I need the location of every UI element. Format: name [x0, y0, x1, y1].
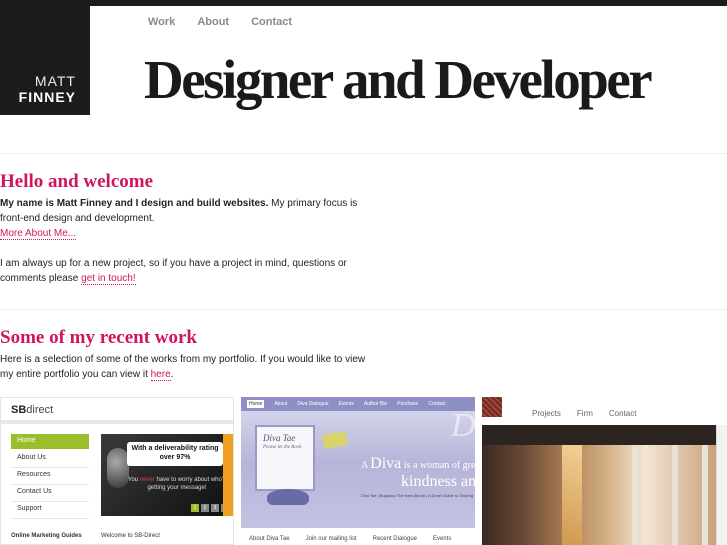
portfolio-thumb-divatae[interactable]: Home About Diva Dialogue Events Author B…: [241, 397, 475, 545]
sbdirect-bubble: With a deliverability rating over 97%: [127, 442, 223, 466]
recent-work-heading: Some of my recent work: [0, 327, 197, 348]
recent-text: Here is a selection of some of the works…: [0, 354, 366, 380]
sbdirect-accent: [223, 434, 233, 516]
sbdirect-logo-rest: direct: [26, 404, 54, 416]
divatae-book-card: Diva Tae Please let the Book: [255, 425, 315, 505]
portfolio-thumb-sbdirect[interactable]: SBdirect Home About Us Resources Contact…: [0, 397, 234, 545]
divatae-quote: A Diva is a woman of gre: [361, 455, 475, 473]
firm-nav-contact: Contact: [608, 409, 637, 418]
divatae-tab-dialogue: Diva Dialogue: [297, 401, 329, 407]
sbdirect-logo-prefix: SB: [11, 404, 27, 416]
firm-nav-projects: Projects: [532, 409, 561, 418]
firm-scrollbar: [716, 425, 727, 545]
sbdirect-sub-pre: You: [128, 477, 140, 483]
get-in-touch-link[interactable]: get in touch!: [81, 273, 136, 285]
divatae-footer-mailing: Join our mailing list: [305, 536, 357, 542]
logo-line2: FINNEY: [18, 89, 76, 105]
firm-photo-column: [632, 445, 638, 545]
divatae-watermark: D: [451, 407, 475, 444]
sbdirect-footer-left: Online Marketing Guides: [11, 533, 82, 539]
firm-photo-column: [672, 445, 678, 545]
divatae-tagline: Diva Tae | Bugadoo The New Album | A Dri…: [361, 493, 473, 498]
firm-nav-firm: Firm: [576, 409, 593, 418]
welcome-project: I am always up for a new project, so if …: [0, 256, 370, 286]
sbdirect-sub-post: have to worry about who's getting your m…: [147, 477, 226, 491]
nav-contact[interactable]: Contact: [251, 16, 292, 28]
divatae-tab-home: Home: [247, 400, 265, 408]
page-headline: Designer and Developer: [144, 49, 653, 110]
divatae-card-title: Diva Tae: [263, 433, 296, 443]
divatae-tab-contact: Contact: [428, 401, 446, 407]
logo[interactable]: MATT FINNEY: [0, 0, 90, 115]
portfolio-link[interactable]: here: [150, 369, 171, 381]
sbdirect-menu-support: Support: [11, 502, 89, 519]
logo-line1: MATT: [34, 73, 76, 89]
nav-work[interactable]: Work: [148, 16, 175, 28]
recent-period: .: [170, 369, 174, 380]
sbdirect-menu-resources: Resources: [11, 468, 89, 485]
firm-hero-photo: [482, 425, 716, 545]
top-bar: [0, 0, 727, 6]
divider-top: [0, 153, 727, 154]
main-nav: Work About Contact: [148, 16, 314, 28]
sbdirect-logo: SBdirect: [11, 404, 53, 416]
portfolio-thumb-architecture[interactable]: Projects Firm Contact: [482, 397, 727, 545]
sbdirect-topline: [1, 420, 233, 424]
divatae-card-sub: Please let the Book: [263, 445, 302, 450]
intro-bold: My name is Matt Finney and I design and …: [0, 198, 269, 209]
sbdirect-sub-red: never: [139, 477, 155, 483]
divatae-quote-diva: Diva: [370, 455, 402, 472]
sbdirect-menu-contact: Contact Us: [11, 485, 89, 502]
divider-mid: [0, 309, 727, 310]
nav-about[interactable]: About: [197, 16, 229, 28]
divatae-footer-events: Events: [433, 536, 452, 542]
welcome-intro: My name is Matt Finney and I design and …: [0, 196, 370, 241]
firm-nav: Projects Firm Contact: [532, 409, 636, 418]
divatae-tab-bio: Author Bio: [363, 401, 388, 407]
firm-photo-column: [702, 445, 708, 545]
sbdirect-page-3: 3: [211, 504, 219, 512]
divatae-tab-about: About: [274, 401, 288, 407]
divatae-tab-events: Events: [338, 401, 354, 407]
project-text: I am always up for a new project, so if …: [0, 258, 347, 284]
shoe-icon: [267, 489, 309, 505]
recent-work-text: Here is a selection of some of the works…: [0, 352, 370, 382]
firm-photo-beam: [482, 425, 716, 445]
microphone-icon: [107, 448, 129, 488]
sbdirect-menu-home: Home: [11, 434, 89, 449]
divatae-footer-dialogue: Recent Dialogue: [372, 536, 417, 542]
sbdirect-menu: Home About Us Resources Contact Us Suppo…: [11, 434, 89, 519]
divatae-footer: About Diva Tae Join our mailing list Rec…: [241, 528, 475, 545]
sbdirect-page-1: 1: [191, 504, 199, 512]
divatae-nav: Home About Diva Dialogue Events Author B…: [241, 397, 475, 411]
divatae-footer-about: About Diva Tae: [249, 536, 290, 542]
divatae-quote-rest: is a woman of gre: [401, 460, 475, 471]
welcome-heading: Hello and welcome: [0, 171, 154, 192]
divatae-quote-line2: kindness and: [401, 473, 475, 490]
divatae-quote-a: A: [361, 460, 371, 471]
more-about-link[interactable]: More About Me...: [0, 228, 77, 240]
firm-photo-glow: [562, 445, 582, 545]
sbdirect-hero: With a deliverability rating over 97% Yo…: [101, 434, 233, 516]
sbdirect-menu-about: About Us: [11, 451, 89, 468]
sbdirect-page-2: 2: [201, 504, 209, 512]
sbdirect-footer-right: Welcome to SB-Direct: [101, 533, 160, 539]
divatae-tab-purchase: Purchase: [397, 401, 419, 407]
firm-logo-icon: [482, 397, 502, 417]
divatae-tag: [321, 431, 349, 449]
sbdirect-subtext: You never have to worry about who's gett…: [127, 476, 227, 492]
